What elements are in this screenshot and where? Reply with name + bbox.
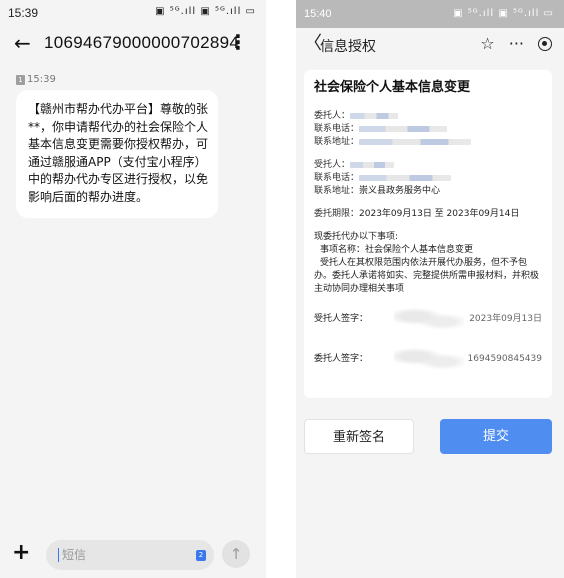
redacted-agent <box>350 161 395 168</box>
period-value: 2023年09月13日 至 2023年09月14日 <box>359 209 520 219</box>
status-time: 15:40 <box>304 8 332 20</box>
principal-signature-label: 委托人签字： <box>314 353 369 364</box>
auth-header: 〈 信息授权 ☆ ··· <box>296 28 564 62</box>
sender-number: 10694679000000702894 <box>44 33 240 52</box>
agent-signature-row: 受托人签字： 2023年09月13日 <box>314 304 542 334</box>
sms-input-bar: + 2 ↑ <box>0 536 266 578</box>
agent-address-value: 崇义县政务服务中心 <box>359 186 441 196</box>
page-title: 信息授权 <box>320 39 376 55</box>
status-icons: ▣ ⁵ᴳ.ıll ▣ ⁵ᴳ.ıll ▭ <box>453 8 554 19</box>
agent-phone-row: 联系电话： <box>314 172 542 185</box>
agent-row: 受托人： <box>314 159 542 172</box>
principal-phone-row: 联系电话： <box>314 123 542 136</box>
period-row: 委托期限：2023年09月13日 至 2023年09月14日 <box>314 208 542 221</box>
redacted-principal <box>350 112 399 119</box>
principal-signature-id: 1694590845439 <box>467 353 542 364</box>
authorization-card: 社会保险个人基本信息变更 委托人： 联系电话： 联系地址： 受托人： 联系电话：… <box>304 70 552 398</box>
submit-button[interactable]: 提交 <box>440 419 552 454</box>
resign-button[interactable]: 重新签名 <box>304 419 414 454</box>
principal-address-row: 联系地址： <box>314 136 542 149</box>
favorite-star-icon[interactable]: ☆ <box>480 34 494 53</box>
agent-signature-date: 2023年09月13日 <box>469 313 542 324</box>
principal-label: 委托人： <box>314 111 351 121</box>
message-bubble[interactable]: 【赣州市帮办代办平台】尊敬的张**，你申请帮代办的社会保险个人基本信息变更需要你… <box>16 90 218 218</box>
redacted-agent-phone <box>359 174 452 181</box>
agent-signature-image <box>394 306 464 332</box>
back-arrow-icon[interactable]: ← <box>14 32 31 54</box>
agent-address-label: 联系地址： <box>314 186 360 196</box>
principal-signature-image <box>394 346 464 372</box>
matter-name: 事项名称：社会保险个人基本信息变更 <box>320 245 474 255</box>
matters-heading: 现委托代办以下事项: <box>314 232 399 242</box>
sms-input[interactable] <box>46 540 214 570</box>
matter-description: 受托人在其权限范围内依法开展代办服务，但不予包办。委托人承诺将如实、完整提供所需… <box>314 258 540 294</box>
status-icons: ▣ ⁵ᴳ.ıll ▣ ⁵ᴳ.ıll ▭ <box>155 6 256 17</box>
redacted-principal-address <box>359 138 472 145</box>
agent-signature-label: 受托人签字： <box>314 313 369 324</box>
more-vertical-icon[interactable]: ⋮ <box>228 31 248 53</box>
text-cursor <box>58 548 59 562</box>
sms-header: ← 10694679000000702894 ⋮ <box>0 28 266 60</box>
redacted-principal-phone <box>359 125 448 132</box>
principal-phone-label: 联系电话： <box>314 124 360 134</box>
principal-row: 委托人： <box>314 110 542 123</box>
principal-signature-row: 委托人签字： 1694590845439 <box>314 344 542 374</box>
message-timestamp: 1 15:39 <box>16 74 56 85</box>
screenshot-canvas: 15:39 ▣ ⁵ᴳ.ıll ▣ ⁵ᴳ.ıll ▭ ← 106946790000… <box>0 0 564 578</box>
sms-screen: 15:39 ▣ ⁵ᴳ.ıll ▣ ⁵ᴳ.ıll ▭ ← 106946790000… <box>0 0 266 578</box>
add-attachment-icon[interactable]: + <box>12 540 30 566</box>
sim-select-icon[interactable]: 2 <box>196 550 206 561</box>
header-actions: ☆ ··· <box>480 34 552 53</box>
auth-screen: 15:40 ▣ ⁵ᴳ.ıll ▣ ⁵ᴳ.ıll ▭ 〈 信息授权 ☆ ··· 社… <box>296 0 564 578</box>
agent-address-row: 联系地址：崇义县政务服务中心 <box>314 185 542 198</box>
message-time: 15:39 <box>27 74 56 85</box>
more-horizontal-icon[interactable]: ··· <box>509 34 524 53</box>
status-bar: 15:39 ▣ ⁵ᴳ.ıll ▣ ⁵ᴳ.ıll ▭ <box>0 0 266 28</box>
agent-label: 受托人： <box>314 160 351 170</box>
agent-phone-label: 联系电话： <box>314 173 360 183</box>
card-title: 社会保险个人基本信息变更 <box>314 80 471 95</box>
close-miniprogram-icon[interactable] <box>538 36 552 51</box>
principal-address-label: 联系地址： <box>314 137 360 147</box>
status-bar: 15:40 ▣ ⁵ᴳ.ıll ▣ ⁵ᴳ.ıll ▭ <box>296 0 564 28</box>
send-button[interactable]: ↑ <box>222 540 250 568</box>
status-time: 15:39 <box>8 6 39 20</box>
period-label: 委托期限： <box>314 209 360 219</box>
sim-card-icon: 1 <box>16 74 25 85</box>
